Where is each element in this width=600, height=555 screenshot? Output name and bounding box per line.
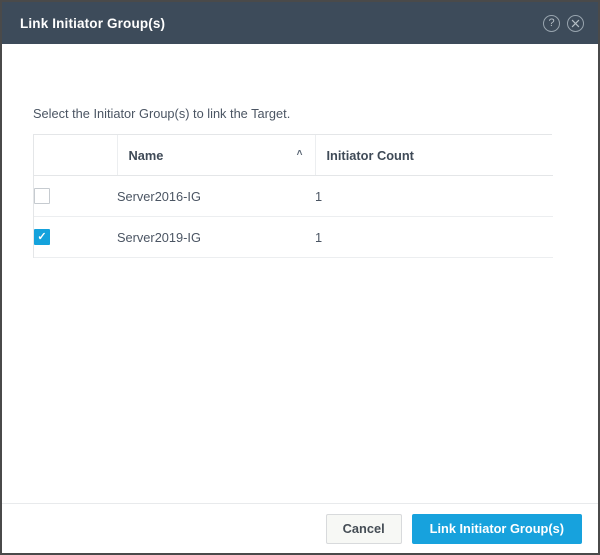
row-name-cell: Server2019-IG	[117, 217, 315, 258]
dialog-body: Select the Initiator Group(s) to link th…	[2, 44, 598, 503]
titlebar-actions: ?	[543, 15, 584, 32]
row-initiator-count-cell: 1	[315, 217, 553, 258]
row-name-cell: Server2016-IG	[117, 176, 315, 217]
table-row[interactable]: ✓ Server2016-IG 1	[34, 176, 553, 217]
sort-ascending-icon: ˄	[297, 149, 303, 159]
column-header-name-label: Name	[129, 148, 164, 163]
column-header-select	[34, 135, 117, 176]
dialog-title: Link Initiator Group(s)	[20, 16, 543, 31]
table-header-row: Name ˄ Initiator Count	[34, 135, 553, 176]
row-checkbox[interactable]: ✓	[34, 229, 50, 245]
column-header-name[interactable]: Name ˄	[117, 135, 315, 176]
help-circle-icon[interactable]: ?	[543, 15, 560, 32]
row-select-cell: ✓	[34, 217, 117, 258]
dialog-titlebar: Link Initiator Group(s) ?	[2, 2, 598, 44]
close-circle-icon[interactable]	[567, 15, 584, 32]
link-initiator-groups-dialog: Link Initiator Group(s) ? Select the Ini…	[0, 0, 600, 555]
row-select-cell: ✓	[34, 176, 117, 217]
row-checkbox[interactable]: ✓	[34, 188, 50, 204]
dialog-footer: Cancel Link Initiator Group(s)	[2, 503, 598, 553]
initiator-groups-table: Name ˄ Initiator Count	[33, 134, 552, 258]
checkmark-icon: ✓	[37, 232, 46, 243]
cancel-button[interactable]: Cancel	[326, 514, 402, 544]
row-initiator-count-cell: 1	[315, 176, 553, 217]
column-header-initiator-count-label: Initiator Count	[327, 148, 414, 163]
link-initiator-groups-button[interactable]: Link Initiator Group(s)	[412, 514, 582, 544]
table-row[interactable]: ✓ Server2019-IG 1	[34, 217, 553, 258]
instruction-text: Select the Initiator Group(s) to link th…	[33, 106, 290, 121]
column-header-initiator-count[interactable]: Initiator Count	[315, 135, 553, 176]
